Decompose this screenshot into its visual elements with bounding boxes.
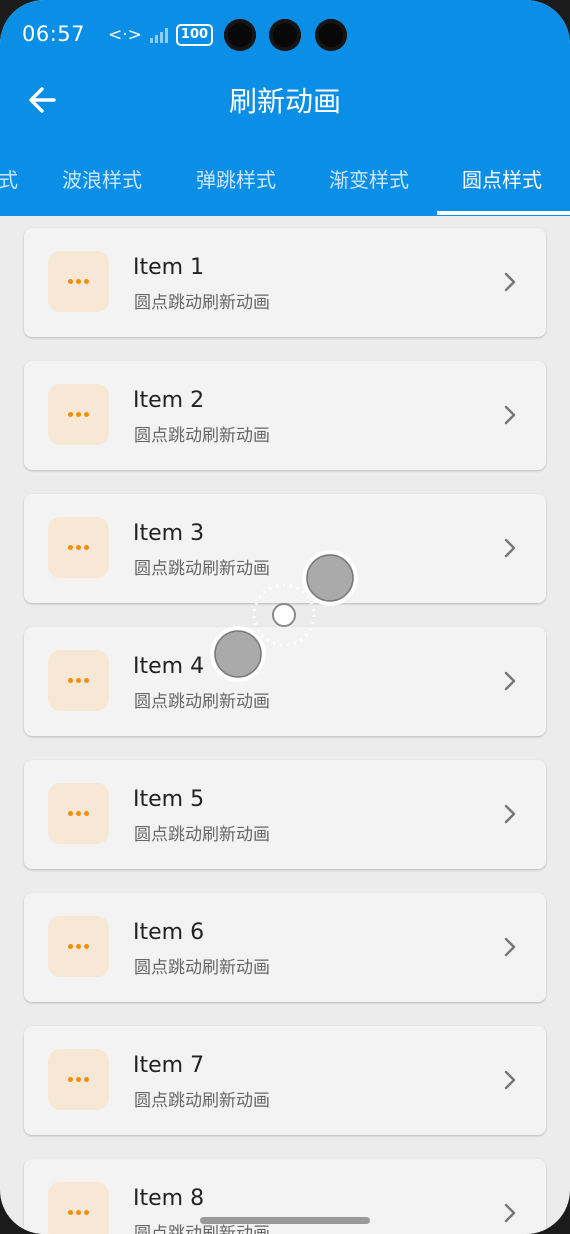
dots-icon <box>48 650 109 711</box>
item-title: Item 8 <box>133 1186 205 1211</box>
list-item[interactable]: Item 4 圆点跳动刷新动画 <box>24 627 546 736</box>
status-bar: 06:57 <·> 100 <box>0 0 570 70</box>
dots-icon <box>48 916 109 977</box>
tab-indicator <box>437 211 570 215</box>
tab-gradient-style[interactable]: 渐变样式 <box>329 164 409 193</box>
item-subtitle: 圆点跳动刷新动画 <box>134 426 270 446</box>
item-title: Item 6 <box>133 920 205 945</box>
chevron-right-icon <box>504 1070 516 1090</box>
item-title: Item 3 <box>133 521 205 546</box>
camera-icon <box>269 19 301 51</box>
chevron-right-icon <box>504 538 516 558</box>
item-subtitle: 圆点跳动刷新动画 <box>134 825 270 845</box>
home-indicator[interactable] <box>200 1217 370 1224</box>
tab-bar: 式 波浪样式 弹跳样式 渐变样式 圆点样式 <box>0 150 570 216</box>
item-list[interactable]: Item 1 圆点跳动刷新动画 Item 2 圆点跳动刷新动画 Item 3 圆点跳动刷新… <box>0 216 570 1234</box>
tab-bounce-style[interactable]: 弹跳样式 <box>196 164 276 193</box>
page-title: 刷新动画 <box>228 85 341 118</box>
phone-screen: 06:57 <·> 100 刷新动画 式 波浪样式 弹跳样式 渐变样式 圆点样式 <box>0 0 570 1234</box>
item-subtitle: 圆点跳动刷新动画 <box>134 293 270 313</box>
item-title: Item 7 <box>133 1053 205 1078</box>
item-subtitle: 圆点跳动刷新动画 <box>134 559 270 579</box>
list-item[interactable]: Item 1 圆点跳动刷新动画 <box>24 228 546 337</box>
item-subtitle: 圆点跳动刷新动画 <box>134 692 270 712</box>
item-subtitle: 圆点跳动刷新动画 <box>134 1091 270 1111</box>
dots-icon <box>48 1049 109 1110</box>
list-item[interactable]: Item 7 圆点跳动刷新动画 <box>24 1026 546 1135</box>
network-icon: <·> <box>108 25 142 45</box>
chevron-right-icon <box>504 804 516 824</box>
chevron-right-icon <box>504 671 516 691</box>
tab-partial[interactable]: 式 <box>0 164 18 193</box>
chevron-right-icon <box>504 405 516 425</box>
status-time: 06:57 <box>22 22 86 46</box>
list-item[interactable]: Item 3 圆点跳动刷新动画 <box>24 494 546 603</box>
list-item[interactable]: Item 6 圆点跳动刷新动画 <box>24 893 546 1002</box>
tab-wave-style[interactable]: 波浪样式 <box>62 164 142 193</box>
item-title: Item 2 <box>133 388 205 413</box>
status-icons: <·> 100 <box>108 24 214 46</box>
battery-icon: 100 <box>175 24 214 46</box>
item-title: Item 5 <box>133 787 205 812</box>
dots-icon <box>48 1182 109 1234</box>
chevron-right-icon <box>504 937 516 957</box>
signal-icon <box>149 27 168 43</box>
dots-icon <box>48 783 109 844</box>
item-title: Item 4 <box>133 654 205 679</box>
chevron-right-icon <box>504 272 516 292</box>
camera-icon <box>315 19 347 51</box>
dots-icon <box>48 517 109 578</box>
item-subtitle: 圆点跳动刷新动画 <box>134 958 270 978</box>
list-item[interactable]: Item 5 圆点跳动刷新动画 <box>24 760 546 869</box>
tab-dots-style[interactable]: 圆点样式 <box>462 164 542 193</box>
camera-icon <box>224 19 256 51</box>
list-item[interactable]: Item 2 圆点跳动刷新动画 <box>24 361 546 470</box>
chevron-right-icon <box>504 1203 516 1223</box>
app-bar: 06:57 <·> 100 刷新动画 式 波浪样式 弹跳样式 渐变样式 圆点样式 <box>0 0 570 216</box>
item-title: Item 1 <box>133 255 205 280</box>
dots-icon <box>48 251 109 312</box>
dots-icon <box>48 384 109 445</box>
